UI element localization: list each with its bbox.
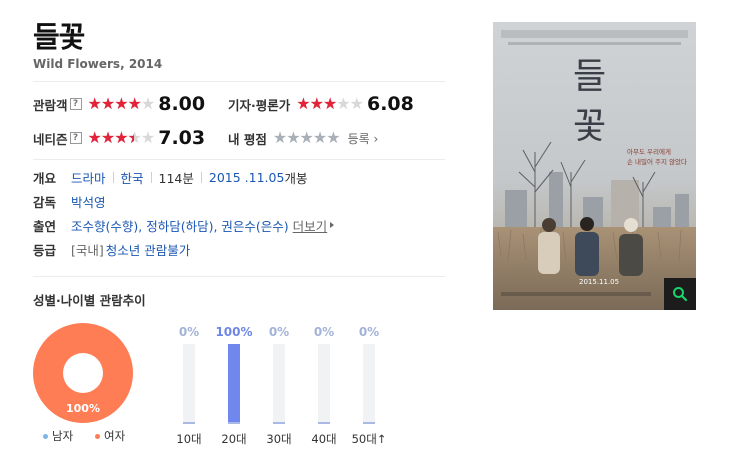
male-label: 남자 [52, 429, 74, 443]
age-bar-baseline [183, 422, 195, 424]
netizen-rating-label: 네티즌 [33, 131, 68, 147]
age-bar-baseline [318, 422, 330, 424]
my-rating-stars[interactable]: ★★★★★★★★★★ [273, 130, 341, 146]
info-overview: 개요 드라마 한국 114분 2015 .11.05 개봉 [33, 168, 307, 186]
cast-label: 출연 [33, 218, 57, 234]
svg-text:아무도 우리에게: 아무도 우리에게 [627, 147, 671, 156]
info-grade: 등급 [국내] 청소년 관람불가 [33, 240, 190, 258]
poster-title: 꽃 [573, 106, 606, 147]
divider [150, 171, 152, 183]
donut-hole [63, 353, 103, 393]
critic-score: 6.08 [366, 93, 414, 115]
chevron-right-icon [330, 222, 335, 228]
search-icon[interactable] [664, 278, 696, 310]
female-label: 여자 [104, 429, 126, 443]
overview-label: 개요 [33, 170, 57, 186]
help-icon[interactable]: ? [69, 132, 82, 144]
grade-link[interactable]: 청소년 관람불가 [106, 240, 190, 259]
director-label: 감독 [33, 194, 57, 210]
age-bar-baseline [273, 422, 285, 424]
more-cast-link[interactable]: 더보기 [293, 216, 328, 235]
gender-donut-chart: 100% [33, 323, 133, 423]
divider [112, 171, 114, 183]
age-bar-20대: 100% 20대 [214, 325, 254, 447]
legend-female: 여자 [95, 428, 125, 444]
movie-subtitle: Wild Flowers, 2014 [33, 57, 163, 71]
female-dot-icon [95, 433, 100, 439]
audience-trend-title: 성별·나이별 관람추이 [33, 293, 146, 308]
country-link[interactable]: 한국 [121, 168, 144, 187]
divider [200, 171, 202, 183]
age-bar-30대: 0% 30대 [259, 325, 299, 447]
age-bar-track [318, 344, 330, 424]
critic-stars: ★★★★★★★★★★ [296, 94, 364, 113]
netizen-score: 7.03 [158, 127, 206, 149]
my-rating-label: 내 평점 [228, 131, 267, 147]
age-label: 20대 [221, 432, 247, 446]
movie-title: 들꽃 [33, 20, 85, 54]
release-date-link[interactable]: 2015 .11.05 [209, 170, 285, 185]
age-percent-label: 0% [268, 325, 290, 339]
age-bar-baseline [228, 422, 240, 424]
rating-audience: 관람객 ? ★★★★★★★★★★ 8.00 [33, 93, 205, 115]
age-percent-label: 0% [313, 325, 335, 339]
cast-links[interactable]: 조수향(수향), 정하담(하담), 권은수(은수) [71, 216, 289, 235]
divider [33, 276, 445, 277]
audience-score: 8.00 [158, 93, 206, 115]
poster-image: 들 꽃 아무도 우리에게 손 내밀어 주지 않았다 2015.11.05 [493, 22, 696, 310]
age-percent-label: 0% [358, 325, 380, 339]
age-label: 30대 [266, 432, 292, 446]
rating-critic: 기자·평론가 ★★★★★★★★★★ 6.08 [228, 93, 414, 115]
grade-label: 등급 [33, 242, 57, 258]
legend-male: 남자 [43, 428, 73, 444]
age-bar-track [363, 344, 375, 424]
release-suffix: 개봉 [284, 170, 308, 186]
divider [33, 81, 445, 82]
runtime: 114분 [158, 170, 194, 186]
release-year: 2014 [128, 57, 163, 71]
age-bar-track [228, 344, 240, 424]
age-bar-track [273, 344, 285, 424]
age-label: 50대↑ [351, 432, 387, 446]
grade-prefix: [국내] [71, 242, 104, 258]
age-label: 10대 [176, 432, 202, 446]
info-director: 감독 박석영 [33, 192, 106, 210]
age-bar-40대: 0% 40대 [304, 325, 344, 447]
svg-text:손 내밀어 주지 않았다: 손 내밀어 주지 않았다 [627, 157, 687, 166]
age-bar-50대↑: 0% 50대↑ [349, 325, 389, 447]
audience-rating-label: 관람객 [33, 97, 68, 113]
age-percent-label: 100% [215, 325, 253, 339]
svg-text:2015.11.05: 2015.11.05 [579, 278, 619, 286]
netizen-stars: ★★★★★★★★★★ [87, 128, 156, 147]
age-bar-10대: 0% 10대 [169, 325, 209, 447]
poster-title: 들 [573, 56, 606, 97]
age-bar-baseline [363, 422, 375, 424]
divider [33, 159, 445, 160]
male-dot-icon [43, 433, 48, 439]
rating-netizen: 네티즌 ? ★★★★★★★★★★ 7.03 [33, 127, 205, 149]
age-bar-track [183, 344, 195, 424]
genre-link[interactable]: 드라마 [71, 168, 106, 187]
info-cast: 출연 조수향(수향), 정하담(하담), 권은수(은수) 더보기 [33, 216, 335, 235]
critic-rating-label: 기자·평론가 [228, 97, 291, 113]
register-rating-link[interactable]: 등록 › [348, 130, 379, 147]
female-percent-label: 100% [66, 402, 100, 415]
audience-stars: ★★★★★★★★★★ [87, 94, 156, 113]
help-icon[interactable]: ? [69, 98, 82, 110]
age-percent-label: 0% [178, 325, 200, 339]
movie-poster[interactable]: 들 꽃 아무도 우리에게 손 내밀어 주지 않았다 2015.11.05 [493, 22, 696, 310]
age-label: 40대 [311, 432, 337, 446]
age-bar-fill [228, 344, 240, 424]
rating-my: 내 평점 ★★★★★★★★★★ 등록 › [228, 127, 378, 149]
director-link[interactable]: 박석영 [71, 192, 106, 211]
english-title: Wild Flowers [33, 57, 121, 71]
